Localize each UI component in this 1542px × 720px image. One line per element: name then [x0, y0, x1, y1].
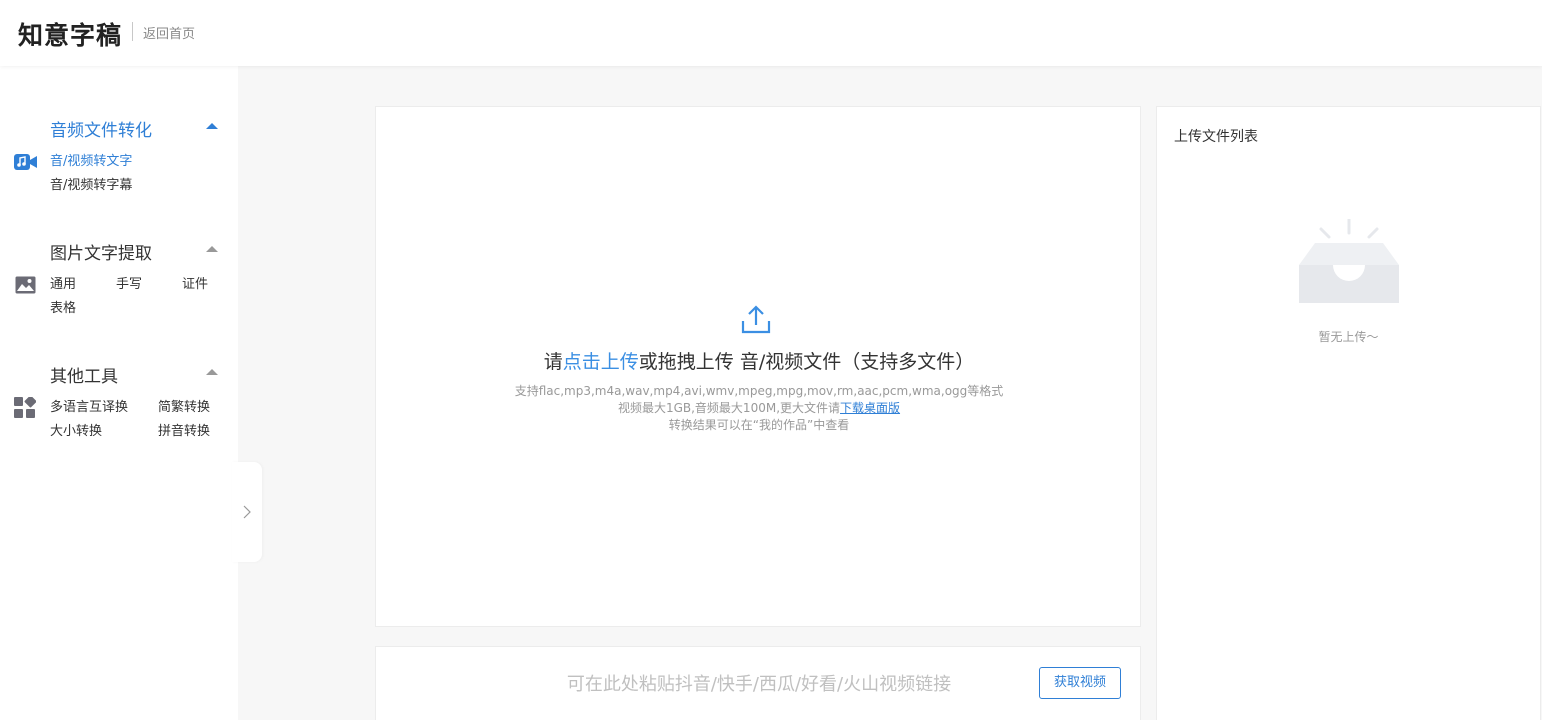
sidebar-item-case-convert[interactable]: 大小转换 [50, 420, 102, 439]
back-home-link[interactable]: 返回首页 [143, 23, 195, 42]
sidebar-item-av-to-subtitle[interactable]: 音/视频转字幕 [50, 174, 132, 193]
sidebar-item-table[interactable]: 表格 [50, 297, 76, 316]
sidebar-item-translate[interactable]: 多语言互译换 [50, 396, 128, 415]
top-header: 知意字稿 返回首页 [0, 0, 1542, 66]
upload-list-title: 上传文件列表 [1174, 129, 1258, 145]
video-link-bar: 获取视频 [375, 646, 1142, 720]
download-desktop-link[interactable]: 下载桌面版 [840, 401, 900, 415]
sidebar-section-image-text[interactable]: 图片文字提取 [50, 239, 152, 264]
size-limit-text: 视频最大1GB,音频最大100M,更大文件请下载桌面版 [376, 399, 1142, 416]
app-logo-title[interactable]: 知意字稿 [18, 16, 122, 52]
sidebar: 音频文件转化 音/视频转文字 音/视频转字幕 图片文字提取 通用 手写 证件 表… [0, 66, 238, 720]
upload-list-panel: 上传文件列表 暂无上传～ [1156, 106, 1541, 720]
caret-up-icon[interactable] [206, 246, 218, 252]
chevron-right-icon [243, 505, 251, 519]
sidebar-item-pinyin[interactable]: 拼音转换 [158, 420, 210, 439]
sidebar-item-handwriting[interactable]: 手写 [116, 273, 142, 292]
click-upload-link[interactable]: 点击上传 [563, 351, 639, 373]
size-limit-prefix: 视频最大1GB,音频最大100M,更大文件请 [617, 401, 841, 415]
image-icon [15, 276, 36, 298]
upload-title-suffix: 或拖拽上传 音/视频文件（支持多文件） [638, 351, 975, 373]
upload-title-prefix: 请 [543, 351, 563, 373]
apps-grid-icon [14, 395, 37, 423]
sidebar-collapse-toggle[interactable] [232, 462, 262, 562]
video-audio-icon [14, 153, 38, 175]
video-link-input[interactable] [376, 669, 1142, 699]
sidebar-section-other-tools[interactable]: 其他工具 [50, 362, 118, 387]
upload-icon[interactable] [740, 303, 772, 339]
sidebar-section-audio-convert[interactable]: 音频文件转化 [50, 116, 152, 141]
caret-up-icon[interactable] [206, 123, 218, 129]
caret-up-icon[interactable] [206, 369, 218, 375]
sidebar-item-av-to-text[interactable]: 音/视频转文字 [50, 150, 132, 169]
result-note-text: 转换结果可以在“我的作品”中查看 [668, 418, 850, 432]
sidebar-item-general[interactable]: 通用 [50, 273, 76, 292]
header-divider [132, 22, 133, 41]
supported-formats-text: 支持flac,mp3,m4a,wav,mp4,avi,wmv,mpeg,mpg,… [514, 384, 1004, 398]
sidebar-item-simp-trad[interactable]: 简繁转换 [158, 396, 210, 415]
get-video-button[interactable]: 获取视频 [1039, 667, 1121, 699]
upload-instruction: 请点击上传或拖拽上传 音/视频文件（支持多文件） [376, 347, 1142, 374]
empty-state-text: 暂无上传～ [1318, 330, 1379, 344]
empty-inbox-icon [1299, 217, 1399, 307]
upload-dropzone[interactable]: 请点击上传或拖拽上传 音/视频文件（支持多文件） 支持flac,mp3,m4a,… [375, 106, 1141, 627]
sidebar-item-id-document[interactable]: 证件 [182, 273, 208, 292]
